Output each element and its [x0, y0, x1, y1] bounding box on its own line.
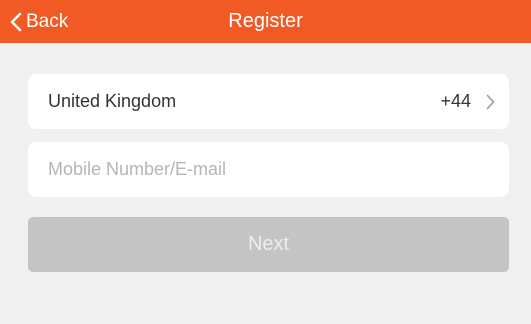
back-label: Back — [26, 10, 69, 32]
country-name: United Kingdom — [48, 91, 177, 111]
page-title: Register — [228, 10, 303, 32]
account-field — [28, 142, 509, 197]
country-code: +44 — [440, 91, 471, 111]
back-button[interactable]: Back — [10, 0, 68, 43]
country-selector[interactable]: United Kingdom +44 — [28, 74, 509, 129]
top-bar: Register Back — [0, 0, 531, 43]
mobile-email-input[interactable] — [28, 142, 509, 197]
chevron-right-icon — [486, 94, 495, 110]
chevron-left-icon — [10, 12, 22, 31]
next-button[interactable]: Next — [28, 217, 509, 272]
